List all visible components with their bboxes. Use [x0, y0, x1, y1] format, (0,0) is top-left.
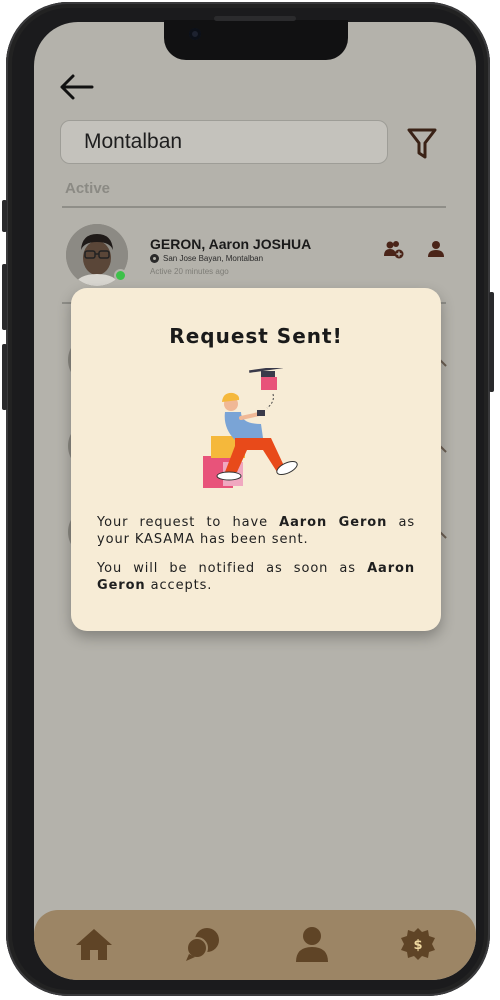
- home-icon: [76, 929, 112, 960]
- user-icon: [428, 241, 444, 257]
- dialog-message-sent: Your request to have Aaron Geron as your…: [97, 515, 416, 547]
- online-indicator: [114, 269, 127, 282]
- filter-button[interactable]: [406, 126, 438, 162]
- section-divider: [62, 206, 446, 208]
- delivery-drone-illustration: [203, 368, 298, 488]
- volume-up-button: [2, 264, 7, 330]
- power-button: [489, 292, 494, 392]
- search-input[interactable]: Montalban: [60, 120, 388, 164]
- nav-chat-button[interactable]: [184, 926, 224, 962]
- dialog-title: Request Sent!: [169, 324, 343, 348]
- phone-frame: Montalban Active GERON, Aaron JOSHUA San: [2, 2, 494, 996]
- profile-icon: [296, 927, 328, 962]
- section-label-active: Active: [65, 180, 111, 197]
- location-pin-icon: [150, 254, 159, 263]
- arrow-left-icon: [60, 74, 94, 100]
- request-sent-dialog[interactable]: Request Sent! Your request to have Aaron…: [71, 288, 441, 631]
- notch: [164, 16, 348, 60]
- dialog-message-notify: You will be notified as soon as Aaron Ge…: [97, 561, 415, 593]
- chat-icon: [186, 928, 219, 961]
- user-location-text: San Jose Bayan, Montalban: [163, 254, 264, 263]
- add-user-icon: [384, 241, 404, 259]
- nav-home-button[interactable]: [74, 926, 114, 962]
- funnel-icon: [407, 128, 437, 159]
- user-active-status: Active 20 minutes ago: [150, 267, 229, 276]
- settings-icon: $: [401, 928, 435, 960]
- screen: Montalban Active GERON, Aaron JOSHUA San: [34, 22, 476, 980]
- recipient-name: Aaron Geron: [279, 515, 388, 530]
- mute-switch: [2, 200, 7, 232]
- bottom-nav-bar: $: [34, 910, 476, 980]
- add-friend-button[interactable]: [384, 240, 404, 260]
- front-camera: [189, 28, 201, 40]
- speaker-grille: [214, 16, 296, 21]
- back-button[interactable]: [58, 72, 94, 102]
- user-name[interactable]: GERON, Aaron JOSHUA: [150, 236, 311, 252]
- volume-down-button: [2, 344, 7, 410]
- nav-settings-button[interactable]: $: [398, 926, 438, 962]
- user-location: San Jose Bayan, Montalban: [150, 254, 263, 263]
- nav-profile-button[interactable]: [292, 926, 332, 962]
- view-profile-button[interactable]: [427, 240, 445, 258]
- svg-text:$: $: [413, 938, 422, 953]
